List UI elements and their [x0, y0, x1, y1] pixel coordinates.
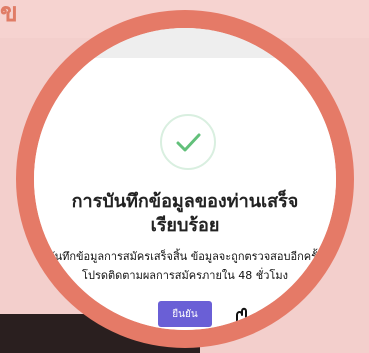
- confirm-button[interactable]: ยืนยัน: [158, 301, 212, 327]
- lens-top-band: [34, 28, 336, 58]
- corner-text: ข: [0, 0, 18, 28]
- modal-description-line-1: บันทึกข้อมูลการสมัครเสร็จสิ้น ข้อมูลจะถู…: [47, 250, 323, 263]
- modal-title-line-2: เรียบร้อย: [150, 215, 220, 236]
- screen: ข การบันทึกข้อมูลของท่านเสร็จ เรียบร้อย …: [0, 0, 369, 353]
- hand-cursor-icon: [236, 307, 259, 330]
- magnifier-lens: การบันทึกข้อมูลของท่านเสร็จ เรียบร้อย บั…: [34, 28, 336, 330]
- success-check-icon: [160, 114, 216, 170]
- check-icon: [176, 133, 201, 152]
- success-modal: การบันทึกข้อมูลของท่านเสร็จ เรียบร้อย บั…: [34, 58, 336, 330]
- modal-description-line-2: โปรดติดตามผลการสมัครภายใน 48 ชั่วโมง: [82, 269, 288, 282]
